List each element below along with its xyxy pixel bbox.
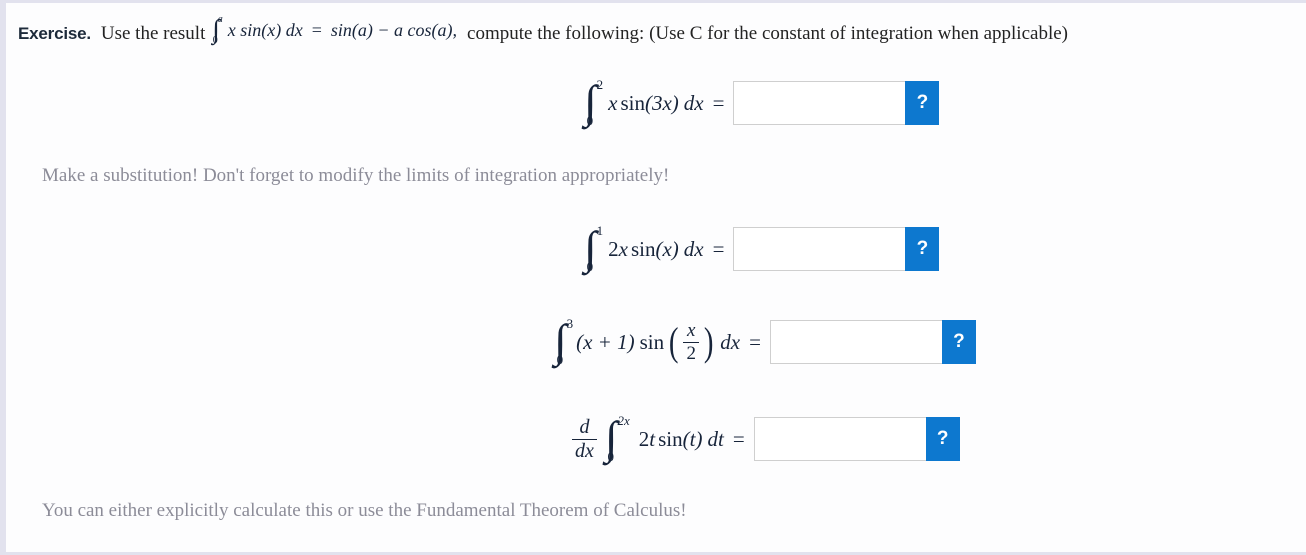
problem-2-help-button[interactable]: ?: [905, 227, 940, 271]
problem-3-fraction-denominator: 2: [683, 341, 699, 364]
left-paren-icon: (: [668, 319, 679, 364]
problem-2-differential: dx: [683, 236, 704, 261]
problem-4-formula: d dx ∫ 2x 0 2 t sin (t) dt =: [569, 413, 745, 464]
problem-3-answer-widget: ?: [769, 320, 976, 364]
exercise-prompt: Exercise. Use the result ∫ a 0 x sin(x) d…: [18, 14, 1068, 46]
problem-row-4: d dx ∫ 2x 0 2 t sin (t) dt = ?: [569, 413, 960, 464]
problem-1-upper-limit: 2: [596, 77, 604, 92]
problem-4-upper-limit: 2x: [617, 413, 630, 428]
problem-1-help-button[interactable]: ?: [905, 81, 940, 125]
problem-4-answer-widget: ?: [753, 417, 960, 461]
problem-2-answer-widget: ?: [733, 227, 940, 271]
problem-3-answer-input[interactable]: [769, 320, 942, 364]
problem-1-answer-widget: ?: [733, 81, 940, 125]
hint-ftc: You can either explicitly calculate this…: [42, 500, 687, 521]
problem-1-lower-limit: 0: [586, 113, 594, 128]
problem-1-equals: =: [712, 90, 725, 115]
problem-4-function: sin: [658, 426, 683, 451]
inline-integrand: x sin(x) dx: [227, 19, 303, 40]
prompt-text-after: compute the following: (Use C for the co…: [467, 22, 1068, 44]
problem-2-equals: =: [712, 236, 725, 261]
problem-3-function: sin: [639, 329, 665, 354]
problem-3-lower-limit: 0: [556, 352, 564, 367]
problem-4-differential: dt: [707, 426, 724, 451]
integral-sign-1: ∫ 2 0: [584, 77, 603, 128]
problem-4-answer-input[interactable]: [753, 417, 926, 461]
problem-4-coefficient: 2: [638, 426, 650, 451]
problem-4-derivative-operator: d dx: [572, 415, 597, 462]
problem-3-help-button[interactable]: ?: [941, 320, 976, 364]
prompt-text-before: Use the result: [100, 22, 206, 44]
problem-row-2: ∫ 1 0 2 x sin (x) dx = ?: [584, 223, 940, 274]
problem-4-argument: (t): [682, 426, 703, 451]
problem-3-upper-limit: 3: [566, 316, 574, 331]
integral-sign-2: ∫ 1 0: [584, 223, 603, 274]
right-paren-icon: ): [703, 319, 714, 364]
problem-3-differential: dx: [720, 329, 741, 354]
inline-integral-lower: 0: [212, 35, 218, 46]
problem-4-operator-denominator: dx: [572, 438, 597, 462]
inline-integral-upper: a: [217, 14, 223, 25]
given-result-formula: ∫ a 0 x sin(x) dx = sin(a) − a cos(a),: [212, 14, 458, 46]
problem-1-formula: ∫ 2 0 x sin (3x) dx =: [584, 77, 725, 128]
problem-4-equals: =: [732, 426, 745, 451]
inline-right-side: sin(a) − a cos(a),: [330, 19, 458, 40]
problem-row-1: ∫ 2 0 x sin (3x) dx = ?: [584, 77, 940, 128]
problem-3-fraction: x 2: [683, 319, 699, 364]
problem-4-operator-numerator: d: [579, 415, 590, 438]
problem-3-formula: ∫ 3 0 (x + 1) sin ( x 2 ) dx =: [554, 316, 761, 367]
problem-4-help-button[interactable]: ?: [925, 417, 960, 461]
problem-row-3: ∫ 3 0 (x + 1) sin ( x 2 ) dx = ?: [554, 316, 976, 367]
problem-1-answer-input[interactable]: [733, 81, 906, 125]
inline-equals: =: [311, 19, 322, 40]
problem-2-answer-input[interactable]: [733, 227, 906, 271]
problem-3-fraction-numerator: x: [686, 319, 696, 341]
hint-substitution: Make a substitution! Don't forget to mod…: [42, 165, 670, 186]
problem-4-variable: t: [649, 426, 656, 451]
integral-sign-3: ∫ 3 0: [554, 316, 573, 367]
problem-4-lower-limit: 0: [607, 449, 615, 464]
problem-2-upper-limit: 1: [596, 223, 604, 238]
problem-1-variable: x: [608, 90, 618, 115]
integral-sign-4: ∫ 2x 0: [605, 413, 630, 464]
problem-2-argument: (x): [655, 236, 679, 261]
problem-2-variable: x: [618, 236, 628, 261]
problem-2-function: sin: [630, 236, 656, 261]
problem-1-function: sin: [620, 90, 645, 115]
problem-3-factor: (x + 1): [576, 329, 635, 354]
problem-1-argument: (3x): [644, 90, 679, 115]
inline-integral-sign: ∫ a 0: [212, 14, 223, 46]
problem-2-formula: ∫ 1 0 2 x sin (x) dx =: [584, 223, 725, 274]
problem-1-differential: dx: [683, 90, 704, 115]
problem-2-coefficient: 2: [608, 236, 619, 261]
problem-3-equals: =: [749, 329, 761, 354]
exercise-page: Exercise. Use the result ∫ a 0 x sin(x) d…: [0, 0, 1306, 555]
problem-2-lower-limit: 0: [586, 259, 594, 274]
exercise-label: Exercise.: [18, 23, 91, 43]
